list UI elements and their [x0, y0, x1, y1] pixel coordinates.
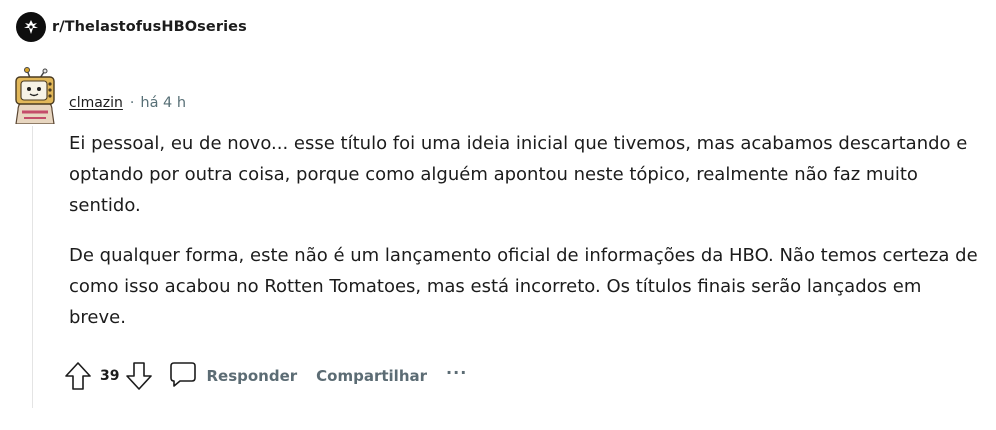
comment-action-bar: 39 Responder Compartilhar ··· — [64, 360, 467, 392]
subreddit-name[interactable]: r/ThelastofusHBOseries — [52, 19, 247, 35]
upvote-icon[interactable] — [64, 361, 92, 391]
meta-separator: · — [129, 95, 135, 111]
comment-paragraph: De qualquer forma, este não é um lançame… — [69, 245, 978, 328]
more-options-icon[interactable]: ··· — [446, 363, 467, 382]
comment-paragraph: Ei pessoal, eu de novo... esse título fo… — [69, 133, 968, 216]
firefly-logo-icon[interactable] — [16, 12, 46, 42]
comment-bubble-icon — [169, 360, 197, 392]
vote-count: 39 — [100, 368, 120, 384]
comment-body: Ei pessoal, eu de novo... esse título fo… — [69, 128, 979, 352]
author-username[interactable]: clmazin — [69, 95, 123, 111]
subreddit-header: r/ThelastofusHBOseries — [16, 12, 247, 42]
snoo-avatar-icon[interactable] — [8, 66, 60, 125]
comment-timestamp[interactable]: há 4 h — [140, 95, 186, 111]
downvote-icon[interactable] — [125, 361, 153, 391]
share-button[interactable]: Compartilhar — [316, 367, 427, 385]
thread-line[interactable] — [32, 126, 33, 408]
comment-meta: clmazin · há 4 h — [69, 92, 186, 114]
reply-button[interactable]: Responder — [169, 360, 297, 392]
reply-label: Responder — [206, 367, 298, 385]
